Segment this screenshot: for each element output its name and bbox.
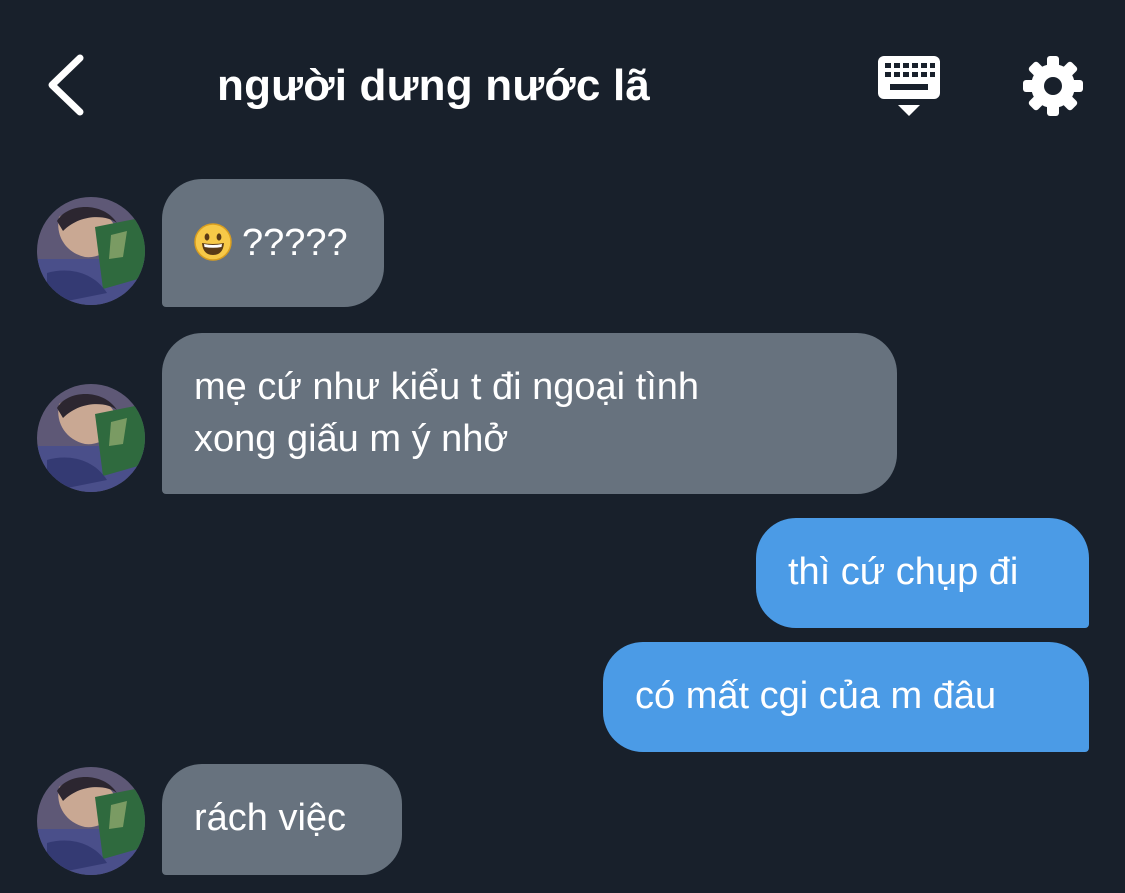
message-text-line: mẹ cứ như kiểu t đi ngoại tình (194, 366, 700, 408)
message-text: ????? (242, 222, 348, 264)
message-bubble-incoming[interactable]: rách việc (162, 764, 402, 875)
message-text: rách việc (194, 797, 347, 839)
contact-avatar[interactable] (37, 384, 145, 492)
chevron-left-icon (48, 54, 84, 116)
keyboard-icon (878, 56, 940, 116)
message-bubble-outgoing[interactable]: có mất cgi của m đâu (603, 642, 1089, 752)
gear-icon (1023, 56, 1083, 116)
message-text: có mất cgi của m đâu (635, 675, 997, 717)
message-bubble-outgoing[interactable]: thì cứ chụp đi (756, 518, 1089, 628)
keyboard-button[interactable] (876, 54, 944, 120)
contact-avatar[interactable] (37, 767, 145, 875)
grinning-face-icon (194, 223, 232, 261)
settings-button[interactable] (1022, 55, 1084, 117)
message-text-line: xong giấu m ý nhở (194, 418, 509, 460)
contact-avatar[interactable] (37, 197, 145, 305)
chat-header: người dưng nước lã (0, 0, 1125, 170)
back-button[interactable] (40, 50, 100, 120)
conversation-title: người dưng nước lã (217, 61, 651, 110)
message-bubble-incoming[interactable]: ????? (162, 179, 384, 307)
message-bubble-incoming[interactable]: mẹ cứ như kiểu t đi ngoại tình xong giấu… (162, 333, 897, 494)
message-text: thì cứ chụp đi (788, 551, 1019, 593)
